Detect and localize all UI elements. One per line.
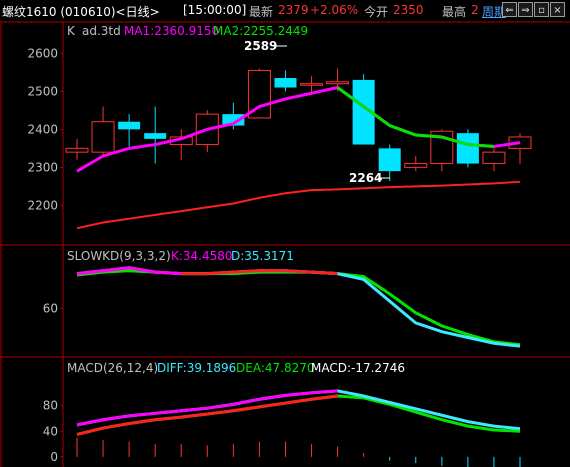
candle [404, 155, 428, 172]
macd-label: MACD(26,12,4) [67, 361, 158, 375]
ma1-line [76, 85, 521, 173]
diff-legend: DIFF:39.1896 [157, 361, 236, 375]
main-tick-label: 2400 [27, 122, 58, 136]
kd-label: SLOWKD(9,3,3,2) [67, 249, 171, 263]
macd-y-ticks: 80 40 0 [43, 399, 63, 464]
candle-body [404, 163, 428, 168]
dea-legend: DEA:47.8270 [236, 361, 315, 375]
high-annotation: 2589 [244, 39, 277, 53]
candle [456, 129, 479, 168]
main-y-ticks: 2600 2500 2400 2300 2200 [27, 46, 63, 212]
candle-body [118, 121, 141, 130]
candles [65, 68, 532, 182]
main-indicator-name: ad.3td [82, 24, 121, 38]
candle-body [274, 78, 297, 88]
main-k-label: K [67, 24, 76, 38]
candle [352, 74, 375, 145]
kd-k-legend: K:34.4580 [171, 249, 233, 263]
candle [482, 148, 506, 172]
candle-body [91, 121, 115, 153]
candle-body [378, 148, 401, 172]
macd-tick-label: 0 [50, 450, 58, 464]
main-tick-label: 2600 [27, 46, 58, 60]
candle [274, 70, 297, 92]
candle [91, 106, 115, 156]
ma1-down-segment [415, 133, 442, 139]
main-tick-label: 2500 [27, 84, 58, 98]
kd-lines [76, 266, 521, 348]
candle [169, 129, 193, 160]
candle-body [65, 147, 89, 153]
macd-tick-label: 80 [43, 399, 58, 413]
kd-k-line [76, 266, 521, 348]
ma2-legend: MA2:2255.2449 [213, 24, 308, 38]
candle-body [326, 81, 350, 85]
diff-line-early [76, 389, 338, 427]
candle [144, 106, 167, 164]
macd-value-legend: MACD:-17.2746 [311, 361, 405, 375]
ma1-down-segment [389, 124, 417, 137]
candle-body [144, 133, 167, 139]
kd-tick-label: 60 [43, 301, 58, 315]
candle-body [300, 83, 324, 86]
candle [118, 114, 141, 147]
kd-d-legend: D:35.3171 [231, 249, 294, 263]
candle-body [456, 133, 479, 164]
candle [508, 133, 532, 164]
macd-tick-label: 40 [43, 424, 58, 438]
chart-canvas: 2600 2500 2400 2300 2200 60 80 40 0 K ad.3td M… [0, 21, 570, 467]
ma1-down-segment [467, 143, 495, 148]
candle-body [482, 151, 506, 165]
ma1-legend: MA1:2360.9150 [124, 24, 219, 38]
main-tick-label: 2300 [27, 160, 58, 174]
main-tick-label: 2200 [27, 198, 58, 212]
candle [65, 138, 89, 160]
low-annotation: 2264 [349, 171, 382, 185]
macd-lines [76, 389, 521, 467]
kd-y-ticks: 60 [43, 301, 63, 315]
ma2-line [76, 180, 521, 230]
dea-line-early [76, 394, 338, 436]
